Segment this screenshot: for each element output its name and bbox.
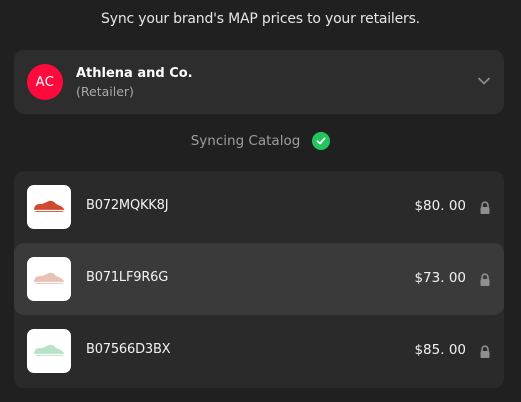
product-row[interactable]: B071LF9R6G $73. 00 — [14, 243, 504, 315]
page-headline: Sync your brand's MAP prices to your ret… — [101, 11, 420, 27]
retailer-selector[interactable]: AC Athlena and Co. (Retailer) — [14, 50, 504, 114]
chevron-down-icon[interactable] — [476, 73, 492, 89]
lock-icon — [480, 273, 490, 286]
check-circle-icon — [312, 132, 331, 150]
product-row[interactable]: B07566D3BX $85. 00 — [14, 315, 504, 387]
product-row[interactable]: B072MQKK8J $80. 00 — [14, 171, 504, 243]
product-sku: B071LF9R6G — [86, 270, 169, 285]
sync-status: Syncing Catalog — [0, 130, 521, 152]
product-sku: B072MQKK8J — [86, 198, 169, 213]
retailer-avatar: AC — [27, 64, 63, 100]
product-price: $85. 00 — [414, 342, 466, 358]
sync-status-label: Syncing Catalog — [190, 133, 301, 149]
lock-icon — [480, 345, 490, 358]
product-sku: B07566D3BX — [86, 342, 171, 357]
shoe-icon — [34, 200, 65, 212]
lock-icon — [480, 201, 490, 214]
product-price: $73. 00 — [414, 270, 466, 286]
retailer-role: (Retailer) — [76, 84, 134, 99]
retailer-name: Athlena and Co. — [76, 66, 193, 81]
shoe-icon — [34, 272, 65, 284]
product-list: B072MQKK8J $80. 00 B071LF9R6G $73. 00 B0… — [14, 171, 504, 388]
product-price: $80. 00 — [414, 198, 466, 214]
shoe-icon — [34, 344, 65, 356]
product-thumbnail — [27, 329, 71, 373]
product-thumbnail — [27, 185, 71, 229]
product-thumbnail — [27, 257, 71, 301]
